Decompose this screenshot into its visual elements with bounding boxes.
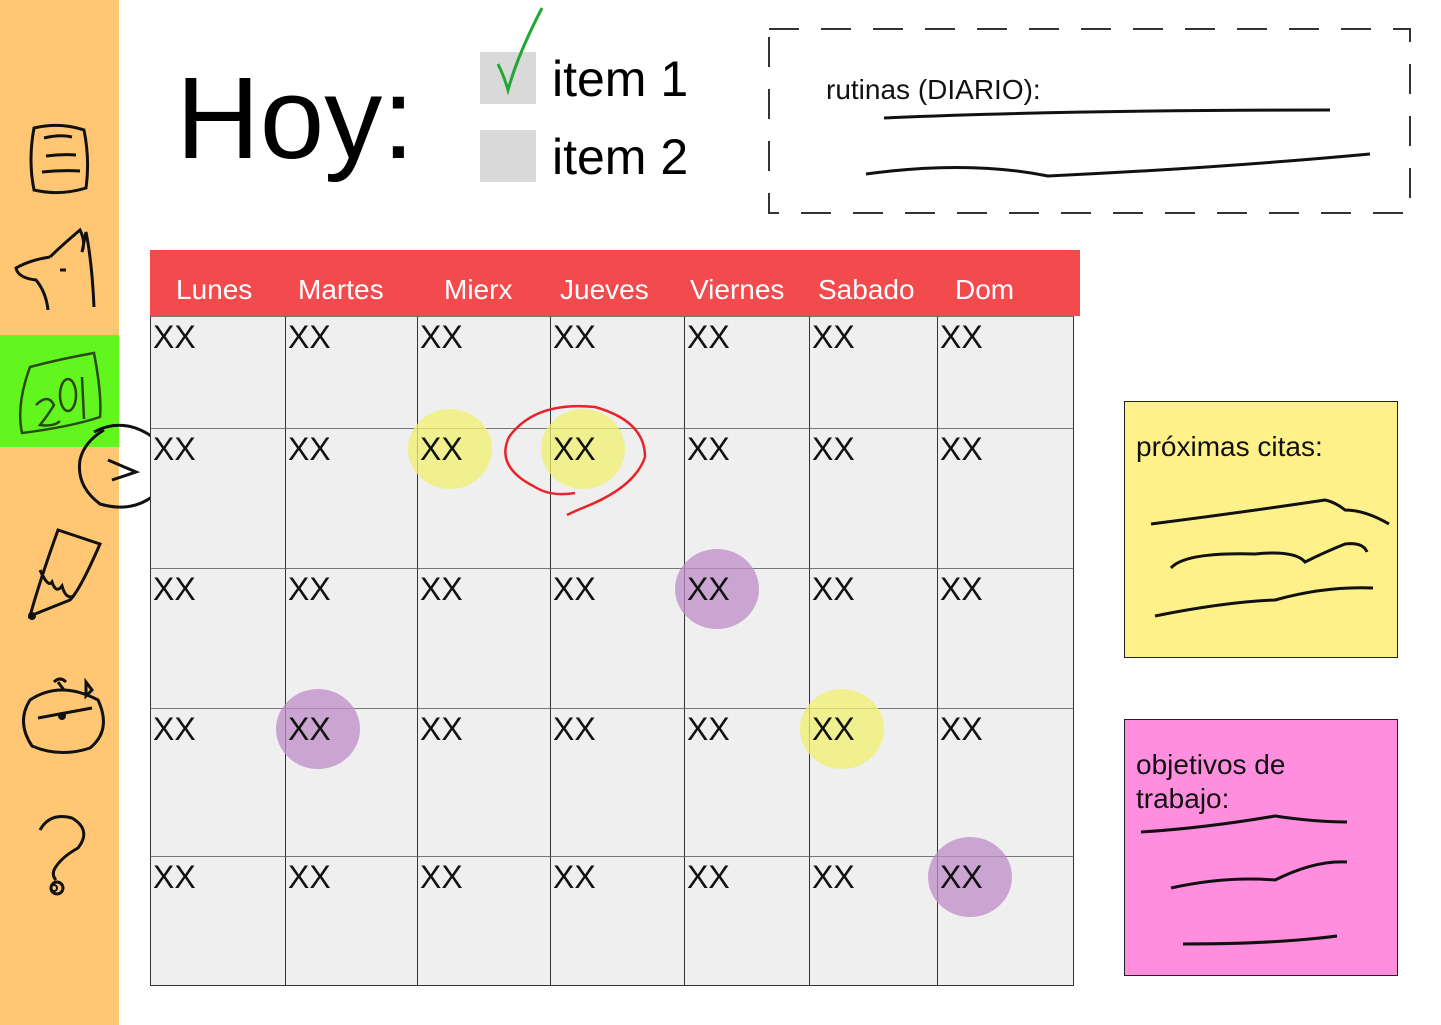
day-header: Viernes	[690, 274, 785, 305]
sidebar-item-help[interactable]	[0, 800, 119, 910]
cell-text: XX	[553, 319, 596, 355]
calendar-cell[interactable]: XX	[809, 856, 937, 986]
cell-text: XX	[153, 711, 196, 747]
cell-text: XX	[687, 571, 730, 607]
cell-text: XX	[420, 711, 463, 747]
cell-text: XX	[553, 431, 596, 467]
day-header: Lunes	[176, 274, 253, 305]
cell-text: XX	[940, 859, 983, 895]
calendar-cell[interactable]: XX	[937, 316, 1074, 428]
cell-text: XX	[812, 319, 855, 355]
routines-panel[interactable]: rutinas (DIARIO):	[768, 28, 1411, 214]
calendar-cell[interactable]: XX	[675, 549, 809, 708]
cell-text: XX	[153, 859, 196, 895]
cell-text: XX	[420, 571, 463, 607]
checkmark-icon	[496, 7, 544, 96]
dog-icon	[14, 227, 96, 311]
cell-text: XX	[687, 859, 730, 895]
calendar-cell[interactable]: XX	[417, 708, 550, 856]
cell-text: XX	[420, 319, 463, 355]
cell-text: XX	[153, 431, 196, 467]
calendar-cell[interactable]: XX	[285, 568, 417, 708]
calendar-cell[interactable]: XX	[150, 568, 285, 708]
calendar-cell[interactable]: XX	[285, 856, 417, 986]
sidebar-item-stopwatch[interactable]	[0, 660, 119, 770]
calendar-cell[interactable]: XX	[285, 428, 417, 568]
calendar-cell[interactable]: XX	[550, 856, 684, 986]
cell-text: XX	[812, 571, 855, 607]
calendar-cell[interactable]: XX	[928, 837, 1074, 986]
cell-text: XX	[812, 859, 855, 895]
cell-text: XX	[288, 431, 331, 467]
notes-icon	[29, 123, 90, 195]
calendar-cell[interactable]: XX	[550, 568, 684, 708]
calendar-cell[interactable]: XX	[285, 316, 417, 428]
week-calendar: Lunes Martes Mierx Jueves Viernes Sabado…	[150, 250, 1080, 986]
cell-text: XX	[940, 711, 983, 747]
calendar-cell[interactable]: XX	[684, 856, 809, 986]
calendar-cell[interactable]: XX	[276, 689, 417, 856]
day-header: Martes	[298, 274, 384, 305]
work-goals-note[interactable]: objetivos de trabajo:	[1124, 719, 1398, 976]
day-header: Mierx	[444, 274, 513, 305]
cell-text: XX	[420, 859, 463, 895]
calendar-cell[interactable]: XX	[150, 428, 285, 568]
cell-text: XX	[812, 711, 855, 747]
cell-text: XX	[153, 571, 196, 607]
cell-text: XX	[288, 711, 331, 747]
note-title: próximas citas:	[1136, 431, 1323, 462]
pencil-icon	[27, 528, 103, 620]
cell-text: XX	[288, 859, 331, 895]
calendar-cell[interactable]: XX	[684, 316, 809, 428]
calendar-cell[interactable]: XX	[937, 568, 1074, 708]
calendar-cell[interactable]: XX	[684, 428, 809, 568]
calendar-cell[interactable]: XX	[150, 316, 285, 428]
day-header: Sabado	[818, 274, 915, 305]
appointments-note[interactable]: próximas citas:	[1124, 401, 1398, 658]
cell-text: XX	[553, 859, 596, 895]
calendar-cell[interactable]: XX	[150, 856, 285, 986]
day-header: Dom	[955, 274, 1015, 305]
calendar-cell[interactable]: XX	[504, 404, 684, 568]
page-title: Hoy:	[176, 53, 415, 183]
calendar-cell[interactable]: XX	[937, 708, 1074, 856]
stopwatch-icon	[22, 677, 105, 754]
routines-label: rutinas (DIARIO):	[826, 74, 1041, 105]
day-header: Jueves	[560, 274, 649, 305]
cell-text: XX	[687, 431, 730, 467]
todo-checkbox[interactable]	[480, 130, 536, 182]
sidebar-item-notes[interactable]	[0, 100, 119, 210]
cell-text: XX	[940, 571, 983, 607]
todo-item-2[interactable]: item 2	[480, 129, 740, 185]
cell-text: XX	[940, 319, 983, 355]
todo-label: item 2	[552, 129, 689, 185]
calendar-cell[interactable]: XX	[417, 856, 550, 986]
calendar-cell[interactable]: XX	[937, 428, 1074, 568]
todo-label: item 1	[552, 51, 689, 107]
calendar-cell[interactable]: XX	[550, 708, 684, 856]
sidebar-item-pencil[interactable]	[0, 520, 119, 630]
cell-text: XX	[553, 571, 596, 607]
calendar-cell[interactable]: XX	[684, 708, 809, 856]
cell-text: XX	[420, 431, 463, 467]
calendar-cell[interactable]: XX	[800, 689, 937, 856]
calendar-cell[interactable]: XX	[417, 568, 550, 708]
cell-text: XX	[687, 711, 730, 747]
calendar-cell[interactable]: XX	[809, 568, 937, 708]
cell-text: XX	[288, 319, 331, 355]
calendar-header: Lunes Martes Mierx Jueves Viernes Sabado…	[150, 250, 1080, 316]
sidebar-item-dog[interactable]	[0, 222, 119, 332]
help-icon	[38, 815, 86, 896]
cell-text: XX	[812, 431, 855, 467]
cell-text: XX	[940, 431, 983, 467]
calendar-cell[interactable]: XX	[150, 708, 285, 856]
note-title: objetivos de trabajo:	[1136, 749, 1286, 814]
cell-text: XX	[288, 571, 331, 607]
cell-text: XX	[687, 319, 730, 355]
calendar-cell[interactable]: XX	[809, 316, 937, 428]
cell-text: XX	[553, 711, 596, 747]
calendar-cell[interactable]: XX	[809, 428, 937, 568]
cell-text: XX	[153, 319, 196, 355]
